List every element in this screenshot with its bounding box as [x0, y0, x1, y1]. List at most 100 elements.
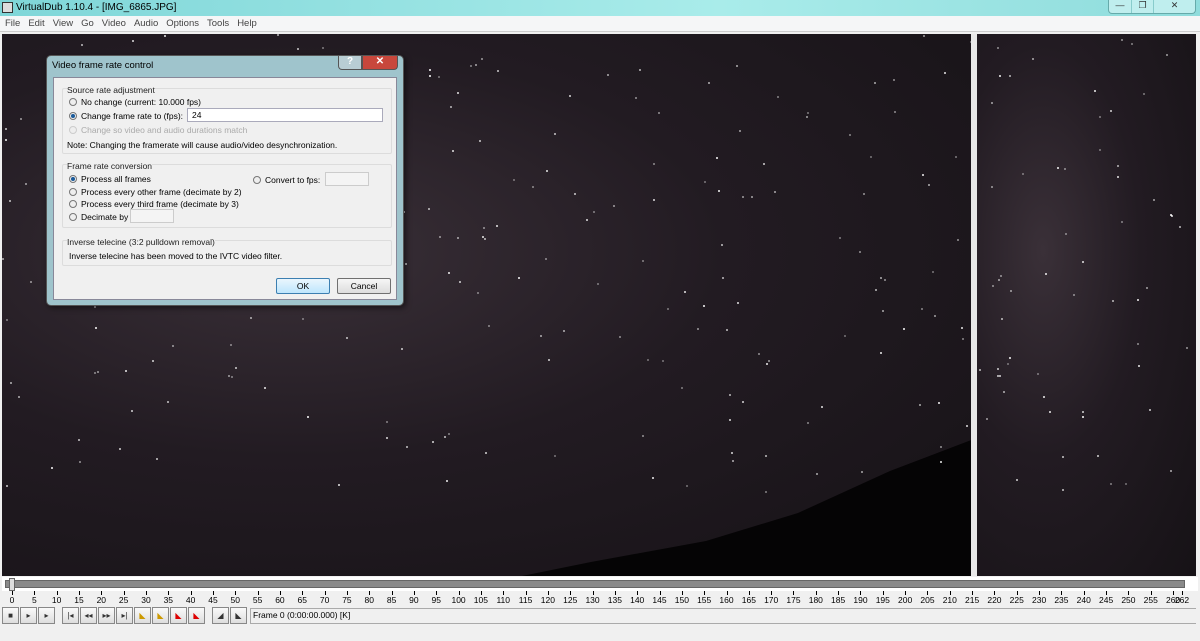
star — [296, 47, 299, 50]
star — [619, 335, 622, 338]
fps-input[interactable]: 24 — [187, 108, 383, 122]
star — [1109, 483, 1112, 486]
radio-no-change[interactable]: No change (current: 10.000 fps) — [69, 97, 201, 107]
star — [469, 64, 472, 67]
star — [955, 155, 958, 158]
star — [19, 118, 22, 121]
star — [1117, 165, 1120, 168]
app-icon — [2, 2, 13, 13]
step-back-button[interactable]: ◂◂ — [80, 607, 97, 624]
convert-fps-input[interactable] — [325, 172, 369, 186]
star — [532, 186, 535, 189]
menu-tools[interactable]: Tools — [207, 16, 235, 31]
timeline-track[interactable] — [5, 580, 1185, 588]
timeline-tick-label: 100 — [451, 595, 466, 605]
star — [1048, 411, 1051, 414]
star — [1064, 167, 1067, 170]
star — [406, 445, 409, 448]
timeline-tick-label: 30 — [141, 595, 151, 605]
restore-button[interactable]: ❐ — [1131, 0, 1153, 13]
star — [4, 127, 7, 130]
timeline-tick-label: 20 — [96, 595, 107, 605]
radio-change-rate[interactable]: Change frame rate to (fps): — [69, 111, 183, 121]
stop-button[interactable]: ■ — [2, 607, 19, 624]
radio-decimate-2[interactable]: Process every other frame (decimate by 2… — [69, 187, 242, 197]
timeline-tick-label: 180 — [808, 595, 823, 605]
radio-convert-fps[interactable]: Convert to fps: — [253, 175, 320, 185]
dialog-help-button[interactable]: ? — [338, 56, 362, 70]
star — [404, 263, 407, 266]
star — [933, 314, 936, 317]
step-forward-button[interactable]: ▸▸ — [98, 607, 115, 624]
star — [496, 224, 499, 227]
star — [477, 292, 480, 295]
timeline-thumb[interactable] — [9, 578, 15, 591]
menu-audio[interactable]: Audio — [134, 16, 164, 31]
frame-status: Frame 0 (0:00:00.000) [K] — [250, 608, 1196, 624]
menu-edit[interactable]: Edit — [28, 16, 50, 31]
play-output-button[interactable]: ▸ — [38, 607, 55, 624]
radio-decimate-by[interactable]: Decimate by — [69, 212, 128, 222]
star — [806, 116, 809, 119]
timeline-tick-label: 240 — [1076, 595, 1091, 605]
timeline-tick-label: 255 — [1143, 595, 1158, 605]
radio-decimate-3[interactable]: Process every third frame (decimate by 3… — [69, 199, 239, 209]
star — [737, 302, 740, 305]
radio-all-frames[interactable]: Process all frames — [69, 174, 151, 184]
radio-match-durations[interactable]: Change so video and audio durations matc… — [69, 125, 247, 135]
minimize-button[interactable]: — — [1109, 0, 1131, 13]
star — [428, 68, 431, 71]
next-scene-icon[interactable]: ◣ — [188, 607, 205, 624]
star — [874, 82, 877, 85]
prev-scene-icon[interactable]: ◣ — [170, 607, 187, 624]
star — [1062, 489, 1065, 492]
ivtc-group: Inverse telecine (3:2 pulldown removal) … — [62, 237, 392, 266]
menu-video[interactable]: Video — [102, 16, 132, 31]
menu-view[interactable]: View — [53, 16, 79, 31]
star — [685, 485, 688, 488]
go-end-button[interactable]: ▸| — [116, 607, 133, 624]
timeline-tick-label: 190 — [853, 595, 868, 605]
play-input-button[interactable]: ▸ — [20, 607, 37, 624]
timeline-tick-label: 55 — [252, 595, 263, 605]
star — [870, 155, 873, 158]
star — [903, 327, 906, 330]
star — [979, 369, 982, 371]
cancel-button[interactable]: Cancel — [337, 278, 391, 294]
ok-button[interactable]: OK — [276, 278, 330, 294]
star — [277, 34, 280, 36]
star — [696, 328, 699, 331]
timeline-tick-label: 110 — [496, 595, 510, 605]
timeline-tick-label: 140 — [630, 595, 645, 605]
star — [642, 260, 645, 263]
timeline-tick-label: 5 — [31, 595, 37, 605]
menu-help[interactable]: Help — [237, 16, 263, 31]
mark-in-button[interactable]: ◢ — [212, 607, 229, 624]
menu-file[interactable]: File — [5, 16, 26, 31]
star — [487, 325, 490, 328]
go-start-button[interactable]: |◂ — [62, 607, 79, 624]
star — [703, 305, 706, 308]
star — [1082, 261, 1085, 264]
dialog-close-button[interactable]: ✕ — [362, 56, 398, 70]
star — [996, 368, 999, 371]
close-button[interactable]: ✕ — [1153, 0, 1195, 13]
star — [931, 271, 934, 273]
next-keyframe-icon[interactable]: ◣ — [152, 607, 169, 624]
star — [475, 63, 478, 66]
star — [593, 211, 596, 214]
star — [452, 149, 455, 152]
star — [554, 454, 557, 457]
frame-rate-dialog: Video frame rate control ? ✕ Source rate… — [46, 55, 404, 306]
star — [5, 319, 8, 322]
star — [1098, 116, 1101, 119]
star — [1185, 347, 1188, 350]
mark-out-button[interactable]: ◣ — [230, 607, 247, 624]
star — [606, 73, 609, 76]
prev-keyframe-icon[interactable]: ◣ — [134, 607, 151, 624]
menu-options[interactable]: Options — [166, 16, 205, 31]
output-video-pane — [977, 34, 1196, 576]
timeline-tick-label: 15 — [74, 595, 84, 605]
menu-go[interactable]: Go — [81, 16, 100, 31]
decimate-input[interactable] — [130, 209, 174, 223]
